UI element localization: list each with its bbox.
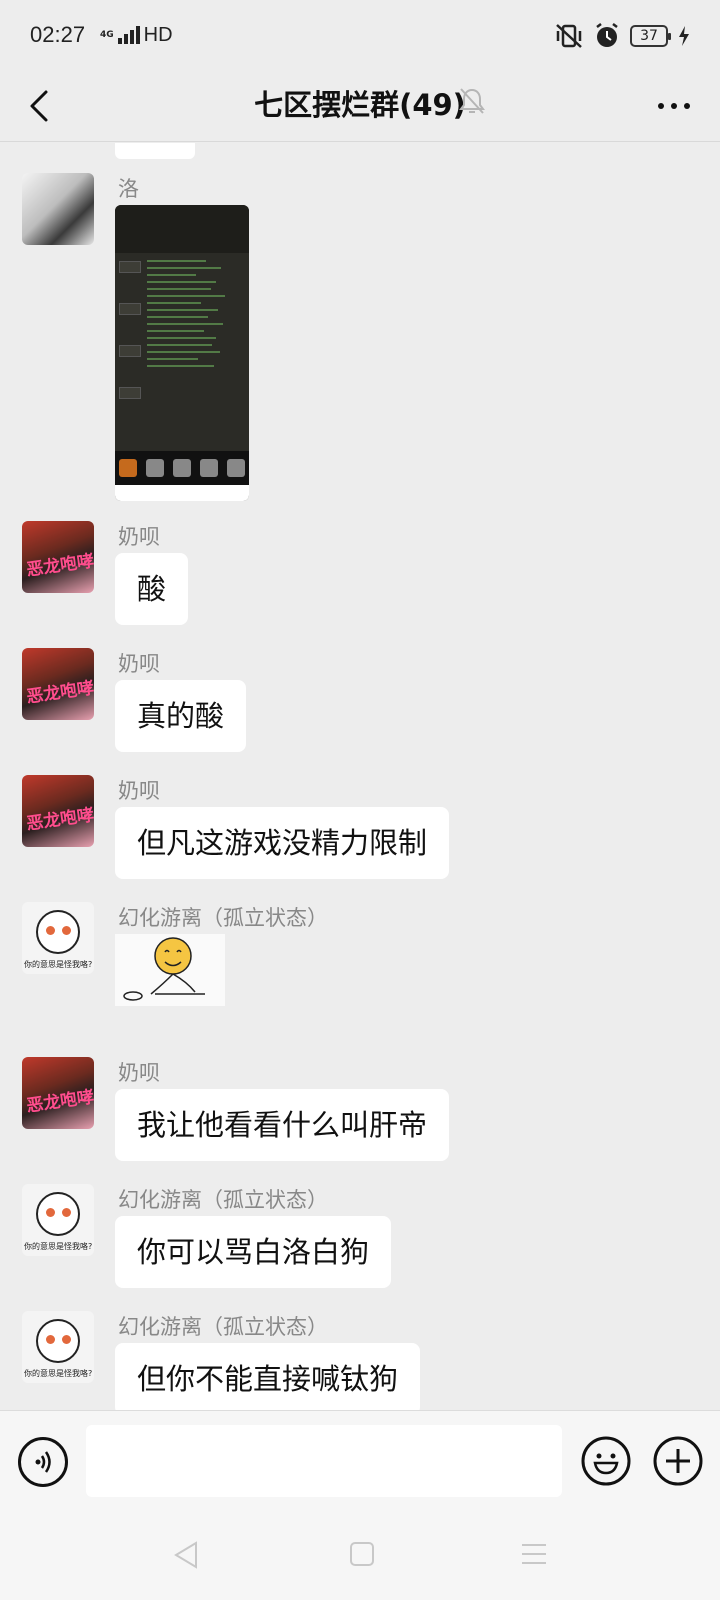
- message-bubble[interactable]: 但你不能直接喊钛狗: [115, 1343, 421, 1410]
- sender-name: 奶呗: [118, 1061, 160, 1085]
- status-bar: 02:27 4G HD 37: [0, 0, 720, 72]
- message-bubble[interactable]: 但凡这游戏没精力限制: [115, 807, 450, 879]
- page-title: 七区摆烂群(49): [254, 88, 466, 122]
- chat-header: 七区摆烂群(49): [0, 72, 720, 142]
- sender-name: 洛: [118, 177, 139, 201]
- battery-icon: 37: [630, 25, 671, 47]
- sender-name: 幻化游离（孤立状态）: [118, 1315, 328, 1339]
- avatar[interactable]: 恶龙咆哮: [22, 1057, 94, 1129]
- avatar[interactable]: [22, 173, 94, 245]
- nav-back-icon[interactable]: [172, 1540, 200, 1570]
- message: 你的意思是怪我咯? 幻化游离（孤立状态）: [0, 902, 720, 1006]
- chat-messages[interactable]: 洛 恶龙咆哮 奶呗 酸 恶龙咆哮 奶呗 真的酸 恶龙咆哮 奶呗 但凡这游戏没精力…: [0, 143, 720, 1410]
- sender-name: 奶呗: [118, 652, 160, 676]
- hd-label: HD: [143, 23, 173, 46]
- vibrate-mute-icon: [556, 24, 582, 48]
- alarm-icon: [596, 23, 618, 47]
- nav-menu-icon[interactable]: [520, 1540, 548, 1568]
- partial-bubble: [115, 143, 195, 159]
- status-time: 02:27: [30, 22, 86, 47]
- sender-name: 幻化游离（孤立状态）: [118, 906, 328, 930]
- message: 恶龙咆哮 奶呗 真的酸: [0, 648, 720, 752]
- message: 恶龙咆哮 奶呗 我让他看看什么叫肝帝: [0, 1057, 720, 1161]
- game-log: [147, 255, 245, 435]
- more-icon[interactable]: [654, 86, 694, 126]
- avatar[interactable]: 恶龙咆哮: [22, 648, 94, 720]
- input-bar: [0, 1410, 720, 1520]
- system-nav-bar: [0, 1520, 720, 1600]
- image-message[interactable]: [115, 205, 249, 501]
- avatar[interactable]: 你的意思是怪我咯?: [22, 1184, 94, 1256]
- message-input[interactable]: [86, 1425, 562, 1497]
- signal-icon: [117, 26, 140, 44]
- message-bubble[interactable]: 酸: [115, 553, 189, 625]
- avatar[interactable]: 你的意思是怪我咯?: [22, 1311, 94, 1383]
- sticker-icon: [123, 937, 205, 1001]
- voice-icon: [35, 1451, 51, 1473]
- status-right: 37: [554, 22, 690, 50]
- voice-button[interactable]: [18, 1437, 68, 1487]
- network-type: 4G: [100, 29, 114, 40]
- nav-home-icon[interactable]: [349, 1540, 375, 1568]
- message: 恶龙咆哮 奶呗 酸: [0, 521, 720, 625]
- avatar[interactable]: 恶龙咆哮: [22, 775, 94, 847]
- message: 恶龙咆哮 奶呗 但凡这游戏没精力限制: [0, 775, 720, 879]
- message-bubble[interactable]: 你可以骂白洛白狗: [115, 1216, 392, 1288]
- avatar[interactable]: 恶龙咆哮: [22, 521, 94, 593]
- message-bubble[interactable]: 真的酸: [115, 680, 247, 752]
- emoji-icon[interactable]: [580, 1435, 632, 1487]
- sticker-message[interactable]: [115, 934, 225, 1006]
- avatar[interactable]: 你的意思是怪我咯?: [22, 902, 94, 974]
- sender-name: 奶呗: [118, 779, 160, 803]
- sender-name: 奶呗: [118, 525, 160, 549]
- plus-icon[interactable]: [652, 1435, 704, 1487]
- charging-icon: [679, 26, 689, 46]
- network-indicator: 4G HD: [100, 22, 173, 48]
- message-bubble[interactable]: 我让他看看什么叫肝帝: [115, 1089, 450, 1161]
- message: 你的意思是怪我咯? 幻化游离（孤立状态） 你可以骂白洛白狗: [0, 1184, 720, 1288]
- sender-name: 幻化游离（孤立状态）: [118, 1188, 328, 1212]
- message: 你的意思是怪我咯? 幻化游离（孤立状态） 但你不能直接喊钛狗: [0, 1311, 720, 1410]
- mute-notification-icon: [459, 88, 485, 114]
